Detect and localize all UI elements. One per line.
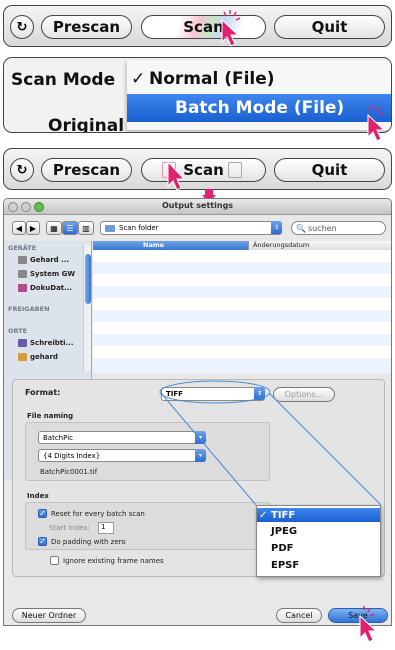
format-menu: ✓ TIFF JPEG PDF EPSF — [256, 505, 381, 577]
format-menu-item-label: JPEG — [271, 525, 298, 537]
format-menu-item-label: TIFF — [271, 509, 296, 521]
format-menu-item-epsf[interactable]: EPSF — [257, 558, 380, 572]
checkmark-icon: ✓ — [259, 509, 268, 521]
format-menu-item-label: PDF — [271, 542, 294, 554]
format-menu-item-label: EPSF — [271, 559, 300, 571]
pointer-cursor-icon — [359, 606, 378, 643]
format-menu-item-tiff[interactable]: ✓ TIFF — [257, 508, 380, 522]
format-menu-item-jpeg[interactable]: JPEG — [257, 524, 380, 538]
format-menu-item-pdf[interactable]: PDF — [257, 541, 380, 555]
